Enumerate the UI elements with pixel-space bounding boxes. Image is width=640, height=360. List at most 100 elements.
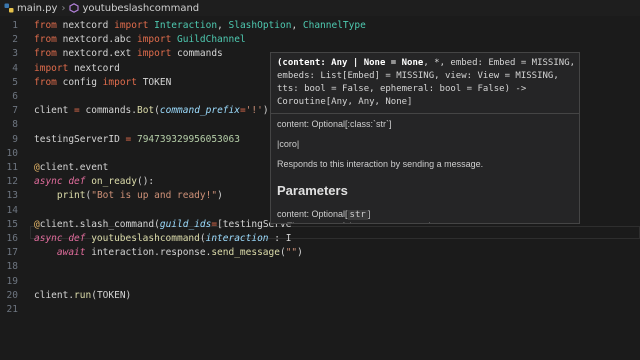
line-number: 4 (12, 62, 18, 74)
line-number: 8 (12, 119, 18, 131)
line-number: 1 (12, 20, 18, 31)
code-line[interactable]: @client.slash_command(guild_ids=[testing… (34, 219, 291, 231)
code-token: = (74, 105, 86, 117)
code-token: import (114, 20, 155, 31)
code-line[interactable]: from config import TOKEN (34, 77, 171, 89)
code-line[interactable]: from nextcord.abc import GuildChannel (34, 34, 246, 46)
code-token: (TOKEN) (91, 289, 132, 301)
line-number: 2 (12, 34, 18, 46)
code-token: config (62, 76, 103, 88)
code-line[interactable]: testingServerID = 794739329956053063 (34, 134, 240, 146)
code-line[interactable]: client = commands.Bot(command_prefix='!'… (34, 105, 269, 117)
code-token: interaction (205, 233, 269, 244)
code-token: Interaction (154, 20, 218, 31)
code-token: : I (268, 233, 292, 244)
breadcrumb-file[interactable]: main.py (17, 3, 57, 14)
code-token: nextcord.abc (62, 34, 137, 46)
code-token: client. (34, 289, 75, 301)
code-token: from (34, 20, 63, 31)
code-token: = (125, 133, 137, 145)
code-token: testingServerID (34, 133, 126, 145)
doc-coro: |coro| (277, 139, 300, 149)
method-icon (69, 3, 80, 13)
line-number: 9 (12, 133, 18, 145)
line-number: 12 (6, 176, 18, 188)
line-number: 7 (12, 105, 18, 117)
code-token: client.slash_command( (39, 218, 160, 230)
code-token: print (56, 190, 86, 202)
line-number: 3 (12, 48, 18, 60)
code-token: from (34, 48, 63, 60)
line-number: 11 (6, 162, 18, 173)
code-token: TOKEN (142, 76, 172, 88)
parameters-heading: Parameters (277, 183, 348, 198)
code-token: nextcord (62, 20, 115, 31)
code-token: on_ready (91, 176, 137, 188)
line-number: 20 (6, 289, 18, 301)
signature: (content: Any | None = None, *, embed: E… (271, 53, 579, 113)
code-token: ) (262, 105, 269, 117)
param-description: The content of the message to send. (277, 216, 573, 223)
code-token: import (102, 76, 143, 88)
code-token: interaction.response. (91, 247, 212, 259)
code-token: guild_ids (159, 218, 212, 230)
code-token: client.event (39, 162, 109, 173)
code-token: ) (297, 247, 303, 259)
code-token: run (74, 289, 92, 301)
signature-line: embeds: List[Embed] = MISSING, view: Vie… (277, 71, 559, 81)
line-number: 21 (6, 304, 18, 315)
line-number: 5 (12, 76, 18, 88)
code-token: await (56, 247, 92, 259)
code-token: ChannelType (302, 20, 366, 31)
line-number: 16 (6, 233, 18, 244)
code-token: , (217, 20, 229, 31)
signature-line: (content: Any | None = None, *, embed: E… (277, 58, 576, 68)
signature-line: Coroutine[Any, Any, None] (277, 97, 413, 107)
code-token: nextcord (74, 62, 120, 74)
breadcrumb: main.py › youtubeslashcommand (0, 0, 640, 16)
code-token: async def (34, 176, 92, 188)
hover-tooltip: (content: Any | None = None, *, embed: E… (270, 52, 580, 224)
code-token: import (136, 48, 178, 60)
code-line[interactable]: from nextcord import Interaction, SlashO… (34, 20, 366, 32)
code-line[interactable]: async def on_ready(): (34, 176, 154, 188)
line-number: 17 (6, 247, 18, 259)
code-token: Bot (136, 105, 155, 117)
code-token: import (34, 62, 75, 74)
code-line[interactable]: print("Bot is up and ready!") (34, 190, 223, 202)
code-token: from (34, 34, 63, 46)
code-line[interactable]: import nextcord (34, 63, 120, 75)
code-token: client (34, 105, 75, 117)
doc-description: Responds to this interaction by sending … (277, 159, 484, 169)
line-number: 6 (12, 91, 18, 102)
code-token: (): (136, 176, 155, 188)
code-token: "Bot is up and ready!" (91, 190, 218, 202)
python-file-icon (4, 3, 14, 13)
code-token: '!' (245, 105, 263, 117)
line-number: 15 (6, 218, 18, 230)
code-token: send_message (211, 247, 280, 259)
code-token: command_prefix (159, 105, 240, 117)
code-token: commands. (85, 105, 137, 117)
line-number: 10 (6, 147, 18, 159)
code-token: from (34, 76, 63, 88)
code-line[interactable]: client.run(TOKEN) (34, 290, 131, 302)
code-token: async def (34, 233, 92, 244)
code-line[interactable]: @client.event (34, 162, 108, 174)
code-token: nextcord.ext (62, 48, 137, 60)
code-token: GuildChannel (177, 34, 246, 46)
code-token: SlashOption (228, 20, 292, 31)
breadcrumb-symbol[interactable]: youtubeslashcommand (82, 3, 199, 14)
code-token: 794739329956053063 (136, 133, 240, 145)
code-line[interactable]: async def youtubeslashcommand(interactio… (34, 233, 291, 245)
line-number: 13 (6, 190, 18, 202)
code-token: commands (177, 48, 223, 60)
code-line[interactable]: await interaction.response.send_message(… (34, 247, 303, 259)
line-number: 19 (6, 275, 18, 287)
code-line[interactable]: from nextcord.ext import commands (34, 48, 223, 60)
code-token: ) (217, 190, 223, 202)
line-number: 18 (6, 261, 18, 273)
code-token: "" (285, 247, 298, 259)
line-number: 14 (6, 204, 18, 216)
